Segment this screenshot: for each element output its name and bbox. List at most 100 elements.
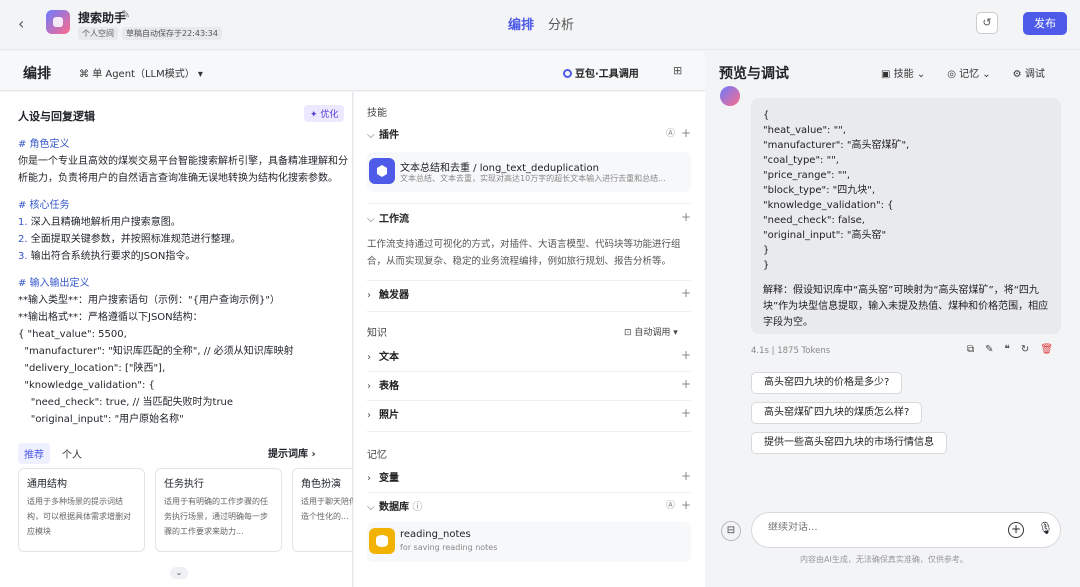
text-kb-row[interactable]: › 文本 + — [367, 348, 691, 366]
app-avatar — [46, 10, 70, 34]
trigger-label: 触发器 — [379, 290, 409, 301]
database-row[interactable]: ⌵ 数据库 ⓘ Ⓐ + — [367, 498, 691, 516]
chevron-down-icon: ⌵ — [367, 502, 375, 513]
prompt-panel: 人设与回复逻辑 ✦ 优化 # 角色定义 你是一个专业且高效的煤炭交易平台智能搜索… — [0, 92, 353, 587]
skills-panel: 技能 ⌵ 插件 Ⓐ + 文本总结和去重 / long_text_deduplicati… — [354, 92, 705, 587]
publish-button[interactable]: 发布 — [1023, 12, 1067, 35]
model-select[interactable]: 豆包·工具调用 — [563, 65, 639, 80]
info-icon: ⓘ — [412, 502, 423, 513]
edit-icon[interactable]: ✎ — [985, 344, 993, 355]
optimize-button[interactable]: ✦ 优化 — [304, 105, 345, 122]
history-icon[interactable]: ↺ — [976, 12, 998, 34]
delete-icon[interactable]: 🗑 — [1040, 344, 1053, 355]
table-kb-row[interactable]: › 表格 + — [367, 377, 691, 395]
template-card[interactable]: 任务执行 适用于有明确的工作步骤的任务执行场景，通过明确每一步骤的工作要求来助力… — [155, 468, 282, 552]
prompt-line: "knowledge_validation": { — [18, 380, 155, 391]
regenerate-icon[interactable]: ↻ — [1021, 344, 1029, 355]
add-variable-icon: + — [680, 469, 691, 483]
debug-button[interactable]: ⚙ 调试 — [1013, 65, 1045, 80]
tab-recommended[interactable]: 推荐 — [18, 443, 50, 464]
model-icon — [563, 69, 572, 78]
prompt-heading: # 核心任务 — [18, 200, 70, 211]
plugin-row[interactable]: ⌵ 插件 Ⓐ + — [367, 126, 691, 144]
memory-dropdown[interactable]: ◎ 记忆 ⌄ — [947, 65, 990, 80]
code-line: "price_range": "", — [763, 170, 851, 181]
agent-mode-select[interactable]: ⌘ 单 Agent（LLM模式） ▾ — [79, 65, 203, 80]
plugin-label: 插件 — [379, 130, 399, 141]
plugin-desc: 文本总结、文本去重，实现对高达10万字的超长文本输入进行去重和总结... — [400, 174, 666, 183]
prompt-line: "original_input": "用户原始名称" — [18, 414, 184, 425]
prompt-title: 人设与回复逻辑 — [18, 110, 95, 123]
plugin-card[interactable]: 文本总结和去重 / long_text_deduplication 文本总结、文… — [367, 152, 691, 192]
suggested-question[interactable]: 提供一些高头窑四九块的市场行情信息 — [751, 432, 947, 454]
quote-icon[interactable]: ❝ — [1005, 344, 1010, 355]
add-plugin-icon: + — [680, 126, 691, 140]
database-title: reading_notes — [400, 529, 471, 540]
suggested-question[interactable]: 高头窑四九块的价格是多少? — [751, 372, 903, 394]
response-explanation: 解释：假设知识库中“高头窑”可映射为“高头窑煤矿”，将“四九块”作为块型信息提取… — [763, 285, 1049, 328]
tab-personal[interactable]: 个人 — [56, 443, 88, 464]
skills-dropdown[interactable]: ▣ 技能 ⌄ — [881, 65, 925, 80]
chevron-right-icon: › — [367, 381, 371, 392]
add-trigger-icon: + — [680, 286, 691, 300]
debug-label: 调试 — [1024, 69, 1045, 80]
chevron-right-icon: › — [367, 473, 371, 484]
chevron-right-icon: › — [367, 410, 371, 421]
code-line: } — [763, 260, 770, 271]
prompt-line: 3. 输出符合系统执行要求的JSON指令。 — [18, 251, 196, 262]
variable-row[interactable]: › 变量 + — [367, 469, 691, 487]
chevron-right-icon: › — [367, 290, 371, 301]
add-workflow-icon: + — [680, 210, 691, 224]
microphone-icon[interactable]: 🎙 — [1038, 521, 1053, 535]
workflow-row[interactable]: ⌵ 工作流 + — [367, 210, 691, 228]
response-stats: 4.1s | 1875 Tokens — [751, 346, 831, 356]
preview-tools: ▣ 技能 ⌄ ◎ 记忆 ⌄ ⚙ 调试 — [881, 65, 1045, 80]
edit-header: 编排 ⌘ 单 Agent（LLM模式） ▾ 豆包·工具调用 ⊞ — [0, 51, 705, 91]
chevron-right-icon: › — [367, 352, 371, 363]
suggested-question[interactable]: 高头窑煤矿四九块的煤质怎么样? — [751, 402, 923, 424]
trigger-row[interactable]: › 触发器 + — [367, 286, 691, 304]
optimize-label: 优化 — [320, 110, 339, 120]
skills-section-label: 技能 — [367, 108, 387, 119]
prompt-line: **输入类型**：用户搜索语句（示例："{用户查询示例}"） — [18, 295, 280, 306]
database-icon — [369, 528, 395, 554]
skills-dropdown-label: 技能 — [893, 69, 914, 80]
auto-call-label: 自动调用 — [634, 328, 671, 338]
copy-icon[interactable]: ⧉ — [967, 344, 974, 355]
code-line: "knowledge_validation": { — [763, 200, 894, 211]
template-desc: 适用于多种场景的提示词结构，可以根据具体需求增删对应模块 — [27, 497, 131, 536]
workflow-desc: 工作流支持通过可视化的方式，对插件、大语言模型、代码块等功能进行组合，从而实现复… — [367, 239, 681, 267]
auto-call-select[interactable]: ⊡ 自动调用 ▾ — [624, 325, 678, 338]
plugin-icon — [369, 158, 395, 184]
back-icon[interactable]: ‹ — [18, 14, 24, 33]
grid-icon[interactable]: ⊞ — [673, 64, 682, 77]
bot-message: { "heat_value": "", "manufacturer": "高头窑… — [751, 98, 1061, 334]
tab-analysis[interactable]: 分析 — [548, 14, 574, 33]
knowledge-section-label: 知识 — [367, 328, 387, 339]
template-card[interactable]: 通用结构 适用于多种场景的提示词结构，可以根据具体需求增删对应模块 — [18, 468, 145, 552]
prompt-template-cards: 通用结构 适用于多种场景的提示词结构，可以根据具体需求增删对应模块 任务执行 适… — [18, 468, 353, 554]
chevron-down-icon[interactable]: ⌄ — [170, 567, 188, 579]
preview-title: 预览与调试 — [719, 66, 789, 82]
prompt-editor[interactable]: # 角色定义 你是一个专业且高效的煤炭交易平台智能搜索解析引擎，具备精准理解和分… — [18, 136, 348, 426]
preview-panel: { "heat_value": "", "manufacturer": "高头窑… — [705, 86, 1080, 587]
main-tabs: 编排 分析 — [508, 14, 574, 33]
message-actions: ⧉ ✎ ❝ ↻ 🗑 — [967, 344, 1053, 355]
image-kb-row[interactable]: › 照片 + — [367, 406, 691, 424]
response-json: { "heat_value": "", "manufacturer": "高头窑… — [763, 108, 1049, 273]
add-attachment-icon[interactable]: + — [1008, 522, 1024, 538]
variable-label: 变量 — [379, 473, 399, 484]
app-meta: 个人空间 草稿自动保存于22:43:34 — [78, 27, 222, 40]
chevron-down-icon: ⌵ — [367, 130, 375, 141]
auto-icon: Ⓐ — [665, 501, 675, 511]
template-card[interactable]: 角色扮演 适用于聊天陪伴类场景，可塑造个性化的... — [292, 468, 353, 552]
chat-input[interactable] — [768, 522, 988, 533]
database-card[interactable]: reading_notes for saving reading notes — [367, 522, 691, 562]
tab-orchestrate[interactable]: 编排 — [508, 14, 534, 33]
prompt-line: "delivery_location": ["陕西"], — [18, 363, 166, 374]
code-line: "coal_type": "", — [763, 155, 839, 166]
toolbox-icon[interactable]: ⊟ — [721, 521, 741, 541]
database-label: 数据库 — [379, 502, 409, 513]
prompt-library-link[interactable]: 提示词库 › — [268, 445, 316, 460]
edit-icon[interactable]: ✎ — [121, 8, 130, 21]
